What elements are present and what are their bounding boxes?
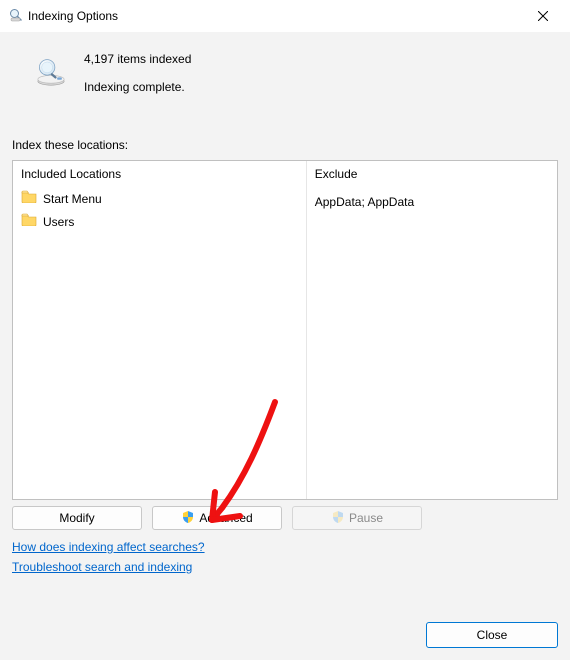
exclude-value: AppData; AppData (313, 191, 551, 213)
shield-icon (331, 510, 345, 527)
indexing-status-icon (12, 50, 68, 94)
advanced-label: Advanced (199, 511, 252, 525)
status-row: 4,197 items indexed Indexing complete. (12, 44, 558, 112)
pause-button: Pause (292, 506, 422, 530)
close-button[interactable]: Close (426, 622, 558, 648)
pause-label: Pause (349, 511, 383, 525)
shield-icon (181, 510, 195, 527)
index-locations-label: Index these locations: (12, 138, 558, 152)
advanced-button[interactable]: Advanced (152, 506, 282, 530)
status-text: 4,197 items indexed Indexing complete. (84, 50, 191, 94)
exclude-header: Exclude (313, 165, 551, 187)
items-indexed-count: 4,197 items indexed (84, 52, 191, 66)
included-column: Included Locations Start Menu (13, 161, 307, 499)
action-buttons: Modify Advanced (12, 506, 558, 530)
list-item[interactable]: Users (19, 210, 300, 233)
exclude-column: Exclude AppData; AppData (307, 161, 557, 499)
close-icon (538, 11, 548, 21)
indexing-options-icon (8, 7, 24, 26)
locations-list[interactable]: Included Locations Start Menu (12, 160, 558, 500)
help-links: How does indexing affect searches? Troub… (12, 540, 558, 574)
window-close-button[interactable] (520, 0, 566, 32)
close-label: Close (477, 628, 508, 642)
folder-icon (21, 212, 37, 231)
window-body: 4,197 items indexed Indexing complete. I… (0, 32, 570, 660)
window-title: Indexing Options (24, 9, 520, 23)
folder-icon (21, 189, 37, 208)
location-name: Users (43, 213, 74, 231)
modify-label: Modify (59, 511, 94, 525)
indexing-state: Indexing complete. (84, 80, 191, 94)
titlebar: Indexing Options (0, 0, 570, 32)
footer: Close (426, 622, 558, 648)
how-indexing-link[interactable]: How does indexing affect searches? (12, 540, 205, 554)
indexing-options-window: Indexing Options (0, 0, 570, 660)
location-name: Start Menu (43, 190, 102, 208)
included-header: Included Locations (19, 165, 300, 187)
list-item[interactable]: Start Menu (19, 187, 300, 210)
modify-button[interactable]: Modify (12, 506, 142, 530)
troubleshoot-link[interactable]: Troubleshoot search and indexing (12, 560, 192, 574)
